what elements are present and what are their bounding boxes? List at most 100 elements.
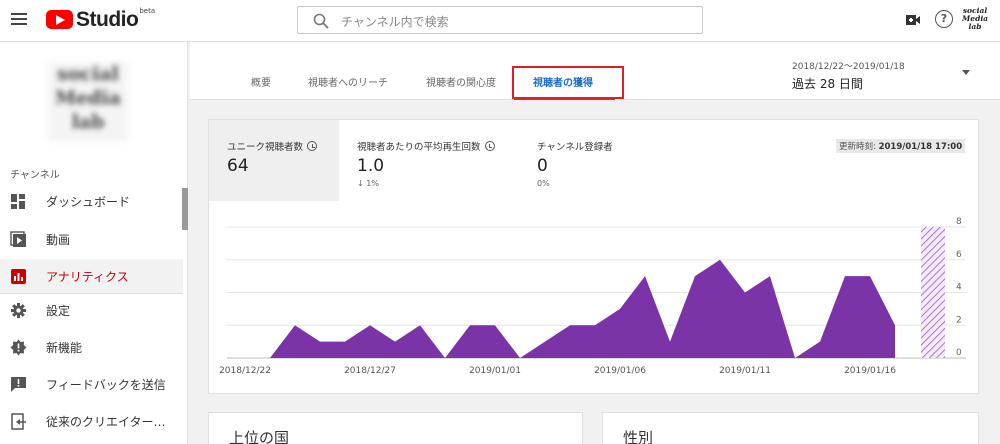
y-tick-label: 0 <box>956 348 962 358</box>
metric-value: 1.0 <box>357 156 385 176</box>
data-point[interactable] <box>318 340 322 344</box>
y-tick-label: 2 <box>956 315 962 325</box>
data-point[interactable] <box>743 291 747 295</box>
search-input[interactable]: チャンネル内で検索 <box>297 6 703 34</box>
data-point[interactable] <box>268 356 272 360</box>
metric-title-text: チャンネル登録者 <box>537 142 613 153</box>
x-tick-label: 2018/12/22 <box>219 366 271 376</box>
x-tick-label: 2019/01/06 <box>594 366 646 376</box>
data-point[interactable] <box>893 323 897 327</box>
date-range-text: 2018/12/22〜2019/01/18 <box>792 62 905 72</box>
sidebar-item-label: アナリティクス <box>46 269 129 284</box>
data-point[interactable] <box>718 258 722 262</box>
feedback-icon <box>11 376 26 392</box>
data-point[interactable] <box>793 356 797 360</box>
metric-change: 0% <box>537 179 550 188</box>
data-point[interactable] <box>368 323 372 327</box>
data-point[interactable] <box>543 340 547 344</box>
top-countries-card: 上位の国 <box>208 412 583 444</box>
y-tick-label: 6 <box>956 250 962 260</box>
metric-subscribers[interactable]: チャンネル登録者 0 0% <box>519 120 689 201</box>
last-updated-label: 更新時刻: <box>839 142 876 152</box>
x-tick-label: 2019/01/01 <box>469 366 521 376</box>
video-icon <box>10 230 26 247</box>
channel-name-line: Media <box>55 87 121 109</box>
tab-engagement[interactable]: 視聴者の関心度 <box>426 74 496 89</box>
partial-data-region <box>921 227 945 358</box>
metric-unique-viewers[interactable]: ユニーク視聴者数 64 <box>209 120 339 201</box>
sidebar-item-label: 動画 <box>46 232 71 247</box>
data-point[interactable] <box>818 340 822 344</box>
search-placeholder: チャンネル内で検索 <box>341 15 449 29</box>
unique-viewers-area-chart: 0 2 4 6 8 2018/12/22 2018/12/27 2019/01/01 2019/… <box>219 217 966 376</box>
data-point[interactable] <box>618 307 622 311</box>
channel-name-line: social <box>57 63 119 85</box>
avatar[interactable]: social Media lab <box>962 7 988 35</box>
data-point[interactable] <box>468 323 472 327</box>
data-point[interactable] <box>843 274 847 278</box>
chevron-down-icon[interactable] <box>962 70 970 75</box>
data-point[interactable] <box>693 274 697 278</box>
data-point[interactable] <box>293 323 297 327</box>
logo-text: Studio <box>76 8 139 31</box>
y-tick-label: 4 <box>956 283 962 293</box>
sidebar-item-label: 設定 <box>46 304 71 318</box>
sidebar-section-label: チャンネル <box>10 170 60 181</box>
data-point[interactable] <box>643 274 647 278</box>
sidebar-item-analytics[interactable]: アナリティクス <box>0 259 183 293</box>
sidebar-scrollbar[interactable] <box>182 188 188 230</box>
card-title: 性別 <box>623 429 654 444</box>
search-icon <box>313 13 329 29</box>
card-title: 上位の国 <box>229 429 290 444</box>
sidebar-item-label: ダッシュボード <box>46 194 131 209</box>
help-icon[interactable]: ? <box>935 10 953 28</box>
logo-beta-badge: beta <box>139 7 156 15</box>
sidebar-item-videos[interactable]: 動画 <box>0 222 183 256</box>
metric-title-text: 視聴者あたりの平均再生回数 <box>357 142 481 153</box>
main-content: 概要 視聴者へのリーチ 視聴者の関心度 視聴者の獲得 2018/12/22〜20… <box>190 42 1000 444</box>
data-point[interactable] <box>443 356 447 360</box>
metric-avg-views-per-viewer[interactable]: 視聴者あたりの平均再生回数 1.0 ↓ 1% <box>339 120 519 201</box>
date-period-selector[interactable]: 過去 28 日間 <box>792 75 863 92</box>
dashboard-icon <box>11 193 25 209</box>
metric-title: 視聴者あたりの平均再生回数 <box>357 139 495 153</box>
data-point[interactable] <box>343 340 347 344</box>
data-point[interactable] <box>493 323 497 327</box>
metric-value: 64 <box>227 156 249 176</box>
top-bar: Studio beta チャンネル内で検索 ? social Media lab <box>0 0 1000 42</box>
data-point[interactable] <box>393 340 397 344</box>
data-point[interactable] <box>568 323 572 327</box>
tab-reach[interactable]: 視聴者へのリーチ <box>308 74 388 89</box>
clock-icon <box>307 141 318 151</box>
create-video-icon[interactable] <box>905 12 921 28</box>
sidebar-item-dashboard[interactable]: ダッシュボード <box>0 184 183 218</box>
data-point[interactable] <box>768 274 772 278</box>
sidebar-item-label: 従来のクリエイター… <box>46 414 166 429</box>
sidebar-item-feedback[interactable]: フィードバックを送信 <box>0 367 183 401</box>
menu-icon[interactable] <box>11 13 27 25</box>
audience-chart-card: ユニーク視聴者数 64 視聴者あたりの平均再生回数 1.0 ↓ 1% チャンネル… <box>208 119 979 394</box>
data-point[interactable] <box>243 356 247 360</box>
youtube-studio-logo[interactable]: Studio beta <box>46 7 156 31</box>
data-point[interactable] <box>868 274 872 278</box>
analytics-icon <box>11 268 26 284</box>
last-updated-badge: 更新時刻: 2019/01/18 17:00 <box>836 139 966 153</box>
data-point[interactable] <box>418 323 422 327</box>
sidebar-item-settings[interactable]: 設定 <box>0 293 183 327</box>
data-point[interactable] <box>593 323 597 327</box>
data-point[interactable] <box>518 356 522 360</box>
channel-avatar[interactable]: social Media lab <box>48 62 128 142</box>
data-point[interactable] <box>918 274 922 278</box>
sidebar-item-new-features[interactable]: 新機能 <box>0 330 183 364</box>
data-point[interactable] <box>668 340 672 344</box>
annotation-highlight-box <box>512 66 624 99</box>
sidebar-item-classic-creator[interactable]: 従来のクリエイター… <box>0 404 183 438</box>
metric-change: ↓ 1% <box>357 179 379 188</box>
tab-overview[interactable]: 概要 <box>251 74 271 89</box>
metric-title-text: ユニーク視聴者数 <box>227 142 304 153</box>
classic-creator-icon <box>11 412 26 430</box>
analytics-tab-bar: 概要 視聴者へのリーチ 視聴者の関心度 視聴者の獲得 2018/12/22〜20… <box>190 42 1000 100</box>
settings-icon <box>11 303 26 318</box>
sidebar-item-label: フィードバックを送信 <box>46 377 166 392</box>
sidebar: social Media lab チャンネル ダッシュボード 動画 アナリティク… <box>0 42 188 444</box>
